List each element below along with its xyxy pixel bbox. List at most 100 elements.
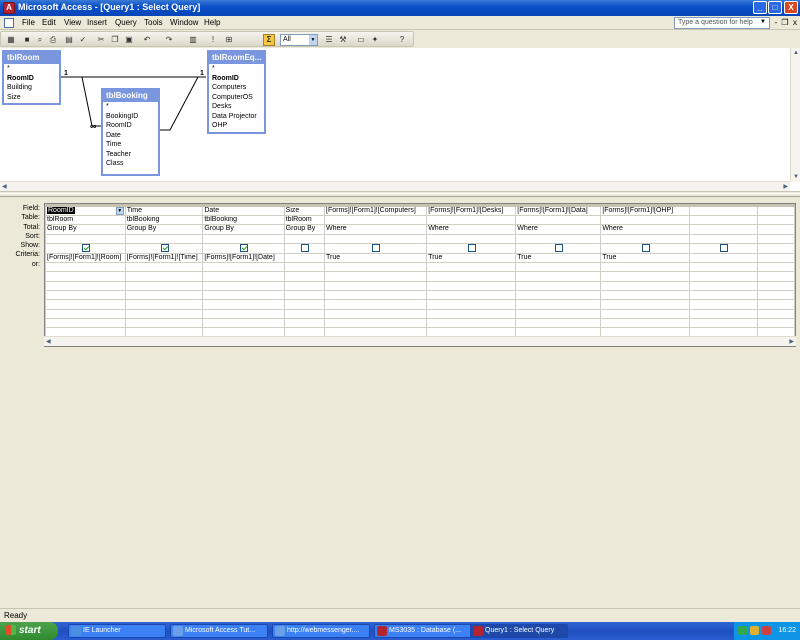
grid-cell-table[interactable]: tblRoom: [45, 214, 126, 226]
grid-cell-or[interactable]: [283, 262, 326, 273]
field-item[interactable]: Size: [4, 93, 59, 103]
field-item[interactable]: Teacher: [103, 150, 158, 160]
menu-help[interactable]: Help: [204, 18, 220, 27]
grid-cell-total[interactable]: Where: [323, 224, 428, 235]
show-table-icon[interactable]: ⊞: [223, 34, 235, 46]
grid-cell-criteria[interactable]: True: [600, 252, 691, 264]
grid-cell-empty[interactable]: [283, 280, 326, 291]
show-checkbox[interactable]: [641, 244, 650, 252]
grid-cell-or[interactable]: [689, 262, 758, 273]
grid-cell-empty[interactable]: [202, 289, 285, 301]
grid-cell-empty[interactable]: [45, 289, 126, 301]
grid-cell-field[interactable]: [Forms]![Form1]![OHP]: [600, 204, 691, 216]
grid-cell-criteria[interactable]: True: [323, 252, 428, 264]
grid-cell-field[interactable]: Date: [202, 204, 285, 216]
menu-view[interactable]: View: [64, 18, 81, 27]
chevron-down-icon[interactable]: ▼: [115, 208, 124, 215]
grid-cell-empty[interactable]: [689, 308, 758, 319]
grid-cell-table[interactable]: tblRoom: [283, 214, 326, 226]
copy-icon[interactable]: ❐: [109, 34, 121, 46]
help-icon[interactable]: ?: [396, 34, 408, 46]
scroll-down-icon[interactable]: ▼: [793, 174, 799, 180]
grid-cell-empty[interactable]: [689, 280, 758, 291]
field-item-key[interactable]: RoomID: [209, 74, 264, 84]
grid-cell-empty[interactable]: [124, 271, 204, 282]
save-icon[interactable]: ■: [21, 34, 33, 46]
maximize-button[interactable]: □: [768, 1, 782, 14]
grid-cell-empty[interactable]: [515, 271, 602, 282]
start-button[interactable]: start: [0, 622, 58, 640]
table-tblbooking[interactable]: tblBooking * BookingID RoomID Date Time …: [101, 88, 160, 176]
grid-cell-empty[interactable]: [689, 289, 758, 301]
grid-cell-empty[interactable]: [202, 299, 285, 310]
build-icon[interactable]: ⚒: [337, 34, 349, 46]
grid-cell-empty[interactable]: [202, 280, 285, 291]
grid-cell-empty[interactable]: [202, 271, 285, 282]
field-item[interactable]: Desks: [209, 102, 264, 112]
grid-cell-criteria[interactable]: [756, 252, 795, 264]
grid-cell-total[interactable]: Group By: [124, 224, 204, 235]
grid-cell-empty[interactable]: [202, 317, 285, 329]
grid-cell-empty[interactable]: [600, 271, 691, 282]
cut-icon[interactable]: ✂: [95, 34, 107, 46]
grid-cell-or[interactable]: [600, 262, 691, 273]
grid-cell-empty[interactable]: [756, 271, 795, 282]
menu-tools[interactable]: Tools: [144, 18, 163, 27]
tray-icon[interactable]: [738, 626, 747, 635]
grid-cell-sort[interactable]: [756, 233, 795, 244]
grid-cell-table[interactable]: [515, 214, 602, 226]
scroll-up-icon[interactable]: ▲: [793, 50, 799, 56]
help-dropdown-icon[interactable]: ▼: [760, 19, 766, 25]
field-item[interactable]: Class: [103, 159, 158, 169]
paste-icon[interactable]: ▣: [123, 34, 135, 46]
grid-cell-empty[interactable]: [283, 317, 326, 329]
grid-cell-show[interactable]: [689, 242, 758, 254]
grid-cell-criteria[interactable]: True: [515, 252, 602, 264]
field-item[interactable]: Computers: [209, 83, 264, 93]
field-item[interactable]: OHP: [209, 121, 264, 131]
table-pane-vertical-scrollbar[interactable]: ▲ ▼: [790, 48, 800, 182]
undo-icon[interactable]: ↶: [141, 34, 153, 46]
field-item[interactable]: *: [4, 64, 59, 74]
grid-cell-criteria[interactable]: [689, 252, 758, 264]
doc-restore-button[interactable]: ❐: [780, 18, 790, 28]
show-checkbox[interactable]: [300, 244, 309, 252]
pane-splitter[interactable]: [0, 193, 800, 197]
taskbar-item-access-tutorial[interactable]: Microsoft Access Tut...: [170, 624, 268, 638]
grid-cell-empty[interactable]: [202, 308, 285, 319]
grid-cell-sort[interactable]: [426, 233, 517, 244]
grid-cell-empty[interactable]: [283, 299, 326, 310]
field-item[interactable]: ComputerOS: [209, 93, 264, 103]
grid-cell-sort[interactable]: [515, 233, 602, 244]
print-preview-icon[interactable]: ▤: [63, 34, 75, 46]
search-icon[interactable]: ⌕: [34, 34, 46, 46]
field-item[interactable]: Time: [103, 140, 158, 150]
grid-cell-field[interactable]: [689, 204, 758, 216]
table-pane-horizontal-scrollbar[interactable]: ◀ ▶: [0, 181, 790, 191]
grid-cell-total[interactable]: Group By: [202, 224, 285, 235]
grid-cell-or[interactable]: [515, 262, 602, 273]
grid-cell-field[interactable]: Size: [283, 204, 326, 216]
grid-cell-empty[interactable]: [323, 289, 428, 301]
grid-cell-empty[interactable]: [426, 317, 517, 329]
menu-edit[interactable]: Edit: [42, 18, 56, 27]
grid-cell-or[interactable]: [426, 262, 517, 273]
chevron-down-icon[interactable]: ▼: [309, 35, 317, 45]
query-document-icon[interactable]: [4, 18, 14, 28]
grid-cell-empty[interactable]: [426, 280, 517, 291]
grid-cell-field[interactable]: [Forms]![Form1]![Computers]: [323, 204, 428, 216]
menu-insert[interactable]: Insert: [87, 18, 107, 27]
grid-cell-empty[interactable]: [323, 299, 428, 310]
grid-cell-field[interactable]: RoomID ▼: [45, 204, 126, 216]
show-checkbox[interactable]: [719, 244, 728, 252]
grid-cell-total[interactable]: Group By: [283, 224, 326, 235]
grid-cell-empty[interactable]: [515, 299, 602, 310]
grid-cell-or[interactable]: [756, 262, 795, 273]
redo-icon[interactable]: ↷: [163, 34, 175, 46]
show-checkbox[interactable]: [554, 244, 563, 252]
grid-cell-show[interactable]: [600, 242, 691, 254]
show-checkbox[interactable]: [240, 244, 249, 252]
tray-icon[interactable]: [762, 626, 771, 635]
print-icon[interactable]: ⎙: [47, 34, 59, 46]
scroll-left-icon[interactable]: ◀: [2, 183, 7, 190]
